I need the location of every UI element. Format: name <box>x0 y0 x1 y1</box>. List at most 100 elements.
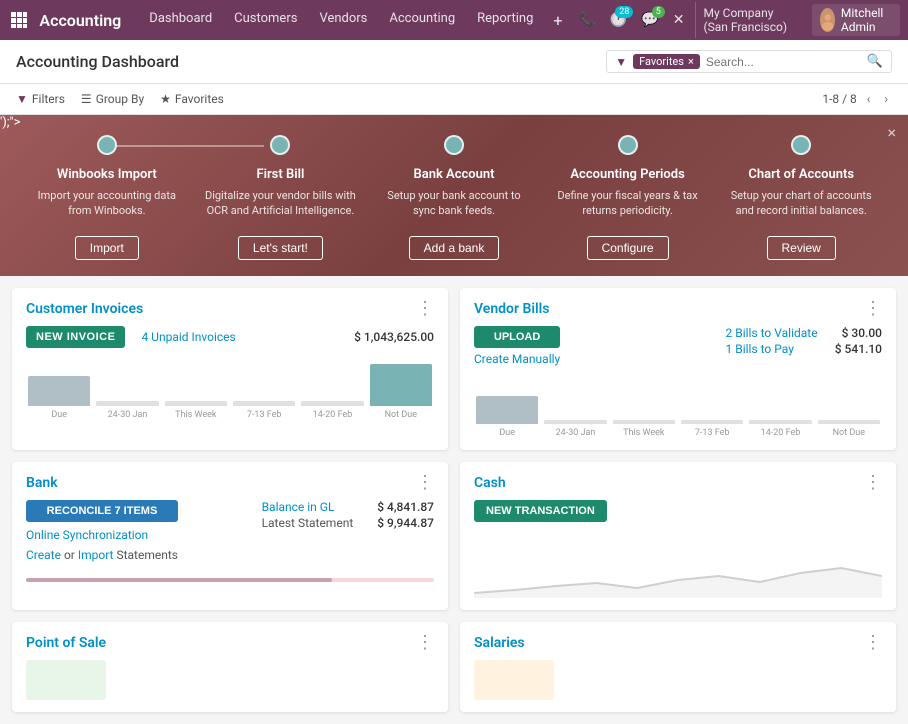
bank-card: Bank ⋮ RECONCILE 7 ITEMS Online Synchron… <box>12 462 448 610</box>
customer-invoices-title[interactable]: Customer Invoices <box>26 301 143 317</box>
step-5-btn[interactable]: Review <box>767 236 836 260</box>
nav-link-vendors[interactable]: Vendors <box>309 7 377 34</box>
vb-chart-label-4: 7-13 Feb <box>681 428 743 438</box>
cash-menu[interactable]: ⋮ <box>864 474 882 492</box>
cash-title[interactable]: Cash <box>474 475 506 491</box>
nav-link-accounting[interactable]: Accounting <box>379 7 465 34</box>
bills-validate-label[interactable]: 2 Bills to Validate <box>726 326 818 340</box>
banner-close-btn[interactable]: × <box>887 123 896 142</box>
step-5-desc: Setup your chart of accounts and record … <box>722 188 880 224</box>
filter-funnel-icon: ▼ <box>16 92 28 106</box>
search-input[interactable] <box>706 55 861 69</box>
group-by-label: Group By <box>96 92 144 106</box>
vendor-bills-card: Vendor Bills ⋮ UPLOAD Create Manually 2 … <box>460 288 896 450</box>
vendor-bills-header: Vendor Bills ⋮ <box>460 288 896 326</box>
step-2: First Bill Digitalize your vendor bills … <box>194 135 368 260</box>
next-page-btn[interactable]: › <box>880 90 892 108</box>
balance-gl-label[interactable]: Balance in GL <box>262 500 335 514</box>
bills-pay-label[interactable]: 1 Bills to Pay <box>726 342 794 356</box>
reconcile-btn[interactable]: RECONCILE 7 ITEMS <box>26 500 178 522</box>
nav-link-customers[interactable]: Customers <box>224 7 307 34</box>
latest-statement-label: Latest Statement <box>262 516 354 530</box>
upload-btn[interactable]: UPLOAD <box>474 326 560 348</box>
vendor-bills-title[interactable]: Vendor Bills <box>474 301 549 317</box>
step-4-title: Accounting Periods <box>549 167 707 182</box>
vb-chart-label-6: Not Due <box>818 428 880 438</box>
pos-card: Point of Sale ⋮ <box>12 622 448 712</box>
nav-plus[interactable]: + <box>545 7 570 34</box>
bank-menu[interactable]: ⋮ <box>416 474 434 492</box>
customer-invoices-header: Customer Invoices ⋮ <box>12 288 448 326</box>
favorites-tag[interactable]: Favorites × <box>633 54 700 69</box>
group-icon: ☰ <box>81 92 92 106</box>
chart-label-4: 7-13 Feb <box>233 410 295 420</box>
close-channel-icon[interactable]: ✕ <box>669 8 689 32</box>
favorites-tag-remove[interactable]: × <box>688 55 694 68</box>
cash-card: Cash ⋮ NEW TRANSACTION <box>460 462 896 610</box>
nav-link-reporting[interactable]: Reporting <box>467 7 543 34</box>
bills-validate-value: $ 30.00 <box>842 326 882 340</box>
nav-right-icons: 📞 🕐 28 💬 5 ✕ My Company (San Francisco) … <box>574 2 900 38</box>
grid-icon[interactable] <box>8 6 29 34</box>
chat-icon[interactable]: 💬 5 <box>637 8 662 32</box>
search-icon[interactable]: 🔍 <box>867 54 883 69</box>
nav-link-dashboard[interactable]: Dashboard <box>139 7 222 34</box>
prev-page-btn[interactable]: ‹ <box>863 90 875 108</box>
step-2-btn[interactable]: Let's start! <box>238 236 323 260</box>
page-header: Accounting Dashboard ▼ Favorites × 🔍 <box>0 40 908 84</box>
vendor-bills-body: UPLOAD Create Manually 2 Bills to Valida… <box>460 326 896 450</box>
step-3-btn[interactable]: Add a bank <box>409 236 500 260</box>
step-2-desc: Digitalize your vendor bills with OCR an… <box>202 188 360 224</box>
group-by-btn[interactable]: ☰ Group By <box>81 92 144 106</box>
salaries-menu[interactable]: ⋮ <box>864 634 882 652</box>
step-5: Chart of Accounts Setup your chart of ac… <box>714 135 888 260</box>
main-grid: Customer Invoices ⋮ NEW INVOICE 4 Unpaid… <box>0 276 908 724</box>
user-label: Mitchell Admin <box>841 6 892 34</box>
chat-badge: 5 <box>652 6 665 18</box>
user-menu[interactable]: Mitchell Admin <box>812 4 900 36</box>
unpaid-invoices-link[interactable]: 4 Unpaid Invoices <box>141 330 235 344</box>
phone-icon[interactable]: 📞 <box>574 8 599 32</box>
step-5-dot <box>791 135 811 155</box>
search-bar[interactable]: ▼ Favorites × 🔍 <box>606 50 892 73</box>
salaries-title[interactable]: Salaries <box>474 635 525 651</box>
or-text: or <box>64 548 78 562</box>
customer-invoices-card: Customer Invoices ⋮ NEW INVOICE 4 Unpaid… <box>12 288 448 450</box>
chart-label-2: 24-30 Jan <box>96 410 158 420</box>
filters-btn[interactable]: ▼ Filters <box>16 92 65 106</box>
pagination-text: 1-8 / 8 <box>822 92 856 106</box>
import-link[interactable]: Import <box>78 548 114 562</box>
setup-banner: ');"> × Winbooks Import Import your acco… <box>0 115 908 276</box>
company-label[interactable]: My Company (San Francisco) <box>695 2 806 38</box>
customer-invoices-menu[interactable]: ⋮ <box>416 300 434 318</box>
cash-card-header: Cash ⋮ <box>460 462 896 500</box>
step-1-btn[interactable]: Import <box>75 236 139 260</box>
pos-card-body <box>12 660 448 712</box>
step-5-title: Chart of Accounts <box>722 167 880 182</box>
new-invoice-btn[interactable]: NEW INVOICE <box>26 326 125 348</box>
vendor-bills-menu[interactable]: ⋮ <box>864 300 882 318</box>
filter-icon: ▼ <box>615 55 627 69</box>
pos-title[interactable]: Point of Sale <box>26 635 106 651</box>
banner-steps: Winbooks Import Import your accounting d… <box>0 135 908 260</box>
step-4-btn[interactable]: Configure <box>587 236 669 260</box>
clock-icon[interactable]: 🕐 28 <box>606 8 631 32</box>
favorites-label: Favorites <box>175 92 224 106</box>
header-search-area: ▼ Favorites × 🔍 <box>606 50 892 73</box>
vb-chart-label-5: 14-20 Feb <box>749 428 811 438</box>
create-link[interactable]: Create <box>26 548 61 562</box>
pos-menu[interactable]: ⋮ <box>416 634 434 652</box>
chart-label-3: This Week <box>165 410 227 420</box>
online-sync-link[interactable]: Online Synchronization <box>26 528 178 542</box>
step-4: Accounting Periods Define your fiscal ye… <box>541 135 715 260</box>
pos-card-header: Point of Sale ⋮ <box>12 622 448 660</box>
chart-label-1: Due <box>28 410 90 420</box>
favorites-btn[interactable]: ★ Favorites <box>160 92 224 106</box>
create-manually-link[interactable]: Create Manually <box>474 352 560 366</box>
new-transaction-btn[interactable]: NEW TRANSACTION <box>474 500 607 522</box>
vendor-bills-chart: Due 24-30 Jan This Week 7-13 Feb 14-20 F… <box>474 374 882 438</box>
bank-title[interactable]: Bank <box>26 475 58 491</box>
statements-text: Statements <box>116 548 178 562</box>
nav-brand[interactable]: Accounting <box>33 11 127 30</box>
favorites-tag-label: Favorites <box>639 55 684 68</box>
